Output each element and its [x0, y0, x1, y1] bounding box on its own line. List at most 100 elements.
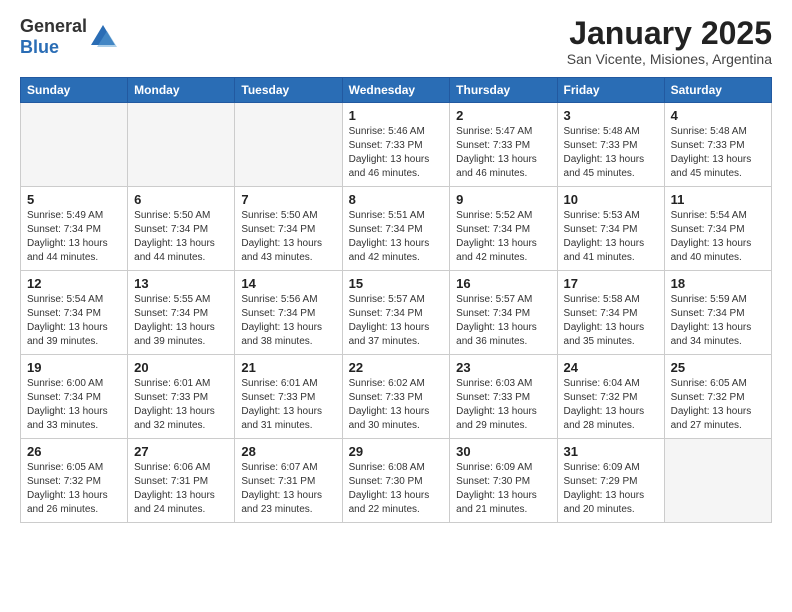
day-number: 13: [134, 276, 228, 291]
col-saturday: Saturday: [664, 78, 771, 103]
day-number: 28: [241, 444, 335, 459]
day-number: 20: [134, 360, 228, 375]
day-number: 16: [456, 276, 550, 291]
day-info: Sunrise: 5:47 AM Sunset: 7:33 PM Dayligh…: [456, 125, 550, 181]
day-number: 31: [564, 444, 658, 459]
day-number: 26: [27, 444, 121, 459]
day-info: Sunrise: 6:03 AM Sunset: 7:33 PM Dayligh…: [456, 377, 550, 433]
table-row: 26 Sunrise: 6:05 AM Sunset: 7:32 PM Dayli…: [21, 439, 128, 523]
day-number: 27: [134, 444, 228, 459]
logo: General Blue: [20, 16, 117, 58]
table-row: 15 Sunrise: 5:57 AM Sunset: 7:34 PM Dayli…: [342, 271, 450, 355]
day-number: 2: [456, 108, 550, 123]
day-info: Sunrise: 5:48 AM Sunset: 7:33 PM Dayligh…: [671, 125, 765, 181]
day-info: Sunrise: 6:02 AM Sunset: 7:33 PM Dayligh…: [349, 377, 444, 433]
day-number: 19: [27, 360, 121, 375]
table-row: 23 Sunrise: 6:03 AM Sunset: 7:33 PM Dayli…: [450, 355, 557, 439]
table-row: 8 Sunrise: 5:51 AM Sunset: 7:34 PM Daylig…: [342, 187, 450, 271]
table-row: 5Sunrise: 5:49 AM Sunset: 7:34 PM Daylig…: [21, 187, 128, 271]
calendar-table: Sunday Monday Tuesday Wednesday Thursday…: [20, 77, 772, 523]
col-wednesday: Wednesday: [342, 78, 450, 103]
day-number: 14: [241, 276, 335, 291]
day-info: Sunrise: 6:05 AM Sunset: 7:32 PM Dayligh…: [27, 461, 121, 517]
day-number: 11: [671, 192, 765, 207]
table-row: [235, 103, 342, 187]
day-info: Sunrise: 6:04 AM Sunset: 7:32 PM Dayligh…: [564, 377, 658, 433]
day-number: 8: [349, 192, 444, 207]
table-row: 14 Sunrise: 5:56 AM Sunset: 7:34 PM Dayli…: [235, 271, 342, 355]
day-info: Sunrise: 5:59 AM Sunset: 7:34 PM Dayligh…: [671, 293, 765, 349]
day-info: Sunrise: 5:50 AM Sunset: 7:34 PM Dayligh…: [241, 209, 335, 265]
table-row: 22 Sunrise: 6:02 AM Sunset: 7:33 PM Dayli…: [342, 355, 450, 439]
day-number: 6: [134, 192, 228, 207]
week-row-1: 1 Sunrise: 5:46 AM Sunset: 7:33 PM Daylig…: [21, 103, 772, 187]
day-info: Sunrise: 6:05 AM Sunset: 7:32 PM Dayligh…: [671, 377, 765, 433]
day-number: 1: [349, 108, 444, 123]
week-row-4: 19 Sunrise: 6:00 AM Sunset: 7:34 PM Dayli…: [21, 355, 772, 439]
logo-general: General: [20, 16, 87, 36]
day-info: Sunrise: 6:08 AM Sunset: 7:30 PM Dayligh…: [349, 461, 444, 517]
logo-blue: Blue: [20, 37, 59, 57]
day-info: Sunrise: 5:53 AM Sunset: 7:34 PM Dayligh…: [564, 209, 658, 265]
day-info: Sunrise: 5:57 AM Sunset: 7:34 PM Dayligh…: [349, 293, 444, 349]
day-number: 22: [349, 360, 444, 375]
location-title: San Vicente, Misiones, Argentina: [567, 51, 772, 67]
day-number: 24: [564, 360, 658, 375]
table-row: 20 Sunrise: 6:01 AM Sunset: 7:33 PM Dayli…: [128, 355, 235, 439]
table-row: [128, 103, 235, 187]
day-number: 21: [241, 360, 335, 375]
day-info: Sunrise: 6:01 AM Sunset: 7:33 PM Dayligh…: [241, 377, 335, 433]
table-row: 24 Sunrise: 6:04 AM Sunset: 7:32 PM Dayli…: [557, 355, 664, 439]
table-row: 30Sunrise: 6:09 AM Sunset: 7:30 PM Dayli…: [450, 439, 557, 523]
day-info: Sunrise: 5:48 AM Sunset: 7:33 PM Dayligh…: [564, 125, 658, 181]
table-row: 28Sunrise: 6:07 AM Sunset: 7:31 PM Dayli…: [235, 439, 342, 523]
day-number: 29: [349, 444, 444, 459]
day-number: 15: [349, 276, 444, 291]
table-row: 6Sunrise: 5:50 AM Sunset: 7:34 PM Daylig…: [128, 187, 235, 271]
day-info: Sunrise: 5:58 AM Sunset: 7:34 PM Dayligh…: [564, 293, 658, 349]
table-row: 25 Sunrise: 6:05 AM Sunset: 7:32 PM Dayli…: [664, 355, 771, 439]
day-info: Sunrise: 5:55 AM Sunset: 7:34 PM Dayligh…: [134, 293, 228, 349]
table-row: 21 Sunrise: 6:01 AM Sunset: 7:33 PM Dayli…: [235, 355, 342, 439]
day-number: 30: [456, 444, 550, 459]
day-info: Sunrise: 5:54 AM Sunset: 7:34 PM Dayligh…: [671, 209, 765, 265]
header: General Blue January 2025 San Vicente, M…: [20, 16, 772, 67]
table-row: 29 Sunrise: 6:08 AM Sunset: 7:30 PM Dayli…: [342, 439, 450, 523]
day-number: 5: [27, 192, 121, 207]
table-row: 2 Sunrise: 5:47 AM Sunset: 7:33 PM Daylig…: [450, 103, 557, 187]
day-number: 18: [671, 276, 765, 291]
day-info: Sunrise: 6:06 AM Sunset: 7:31 PM Dayligh…: [134, 461, 228, 517]
day-info: Sunrise: 5:46 AM Sunset: 7:33 PM Dayligh…: [349, 125, 444, 181]
day-number: 23: [456, 360, 550, 375]
col-tuesday: Tuesday: [235, 78, 342, 103]
table-row: 7 Sunrise: 5:50 AM Sunset: 7:34 PM Daylig…: [235, 187, 342, 271]
day-number: 7: [241, 192, 335, 207]
table-row: 27 Sunrise: 6:06 AM Sunset: 7:31 PM Dayli…: [128, 439, 235, 523]
day-number: 25: [671, 360, 765, 375]
col-friday: Friday: [557, 78, 664, 103]
month-title: January 2025: [567, 16, 772, 51]
col-sunday: Sunday: [21, 78, 128, 103]
day-info: Sunrise: 5:57 AM Sunset: 7:34 PM Dayligh…: [456, 293, 550, 349]
day-number: 9: [456, 192, 550, 207]
table-row: 3 Sunrise: 5:48 AM Sunset: 7:33 PM Daylig…: [557, 103, 664, 187]
table-row: 16 Sunrise: 5:57 AM Sunset: 7:34 PM Dayli…: [450, 271, 557, 355]
table-row: 31 Sunrise: 6:09 AM Sunset: 7:29 PM Dayli…: [557, 439, 664, 523]
day-info: Sunrise: 6:00 AM Sunset: 7:34 PM Dayligh…: [27, 377, 121, 433]
day-info: Sunrise: 6:09 AM Sunset: 7:29 PM Dayligh…: [564, 461, 658, 517]
table-row: [21, 103, 128, 187]
table-row: 1 Sunrise: 5:46 AM Sunset: 7:33 PM Daylig…: [342, 103, 450, 187]
table-row: 18 Sunrise: 5:59 AM Sunset: 7:34 PM Dayli…: [664, 271, 771, 355]
day-info: Sunrise: 5:51 AM Sunset: 7:34 PM Dayligh…: [349, 209, 444, 265]
table-row: 9Sunrise: 5:52 AM Sunset: 7:34 PM Daylig…: [450, 187, 557, 271]
day-number: 3: [564, 108, 658, 123]
day-number: 12: [27, 276, 121, 291]
day-info: Sunrise: 6:01 AM Sunset: 7:33 PM Dayligh…: [134, 377, 228, 433]
logo-text: General Blue: [20, 16, 87, 58]
table-row: 13 Sunrise: 5:55 AM Sunset: 7:34 PM Dayli…: [128, 271, 235, 355]
day-info: Sunrise: 5:56 AM Sunset: 7:34 PM Dayligh…: [241, 293, 335, 349]
week-row-3: 12Sunrise: 5:54 AM Sunset: 7:34 PM Dayli…: [21, 271, 772, 355]
table-row: 4Sunrise: 5:48 AM Sunset: 7:33 PM Daylig…: [664, 103, 771, 187]
week-row-5: 26 Sunrise: 6:05 AM Sunset: 7:32 PM Dayli…: [21, 439, 772, 523]
table-row: 10Sunrise: 5:53 AM Sunset: 7:34 PM Dayli…: [557, 187, 664, 271]
